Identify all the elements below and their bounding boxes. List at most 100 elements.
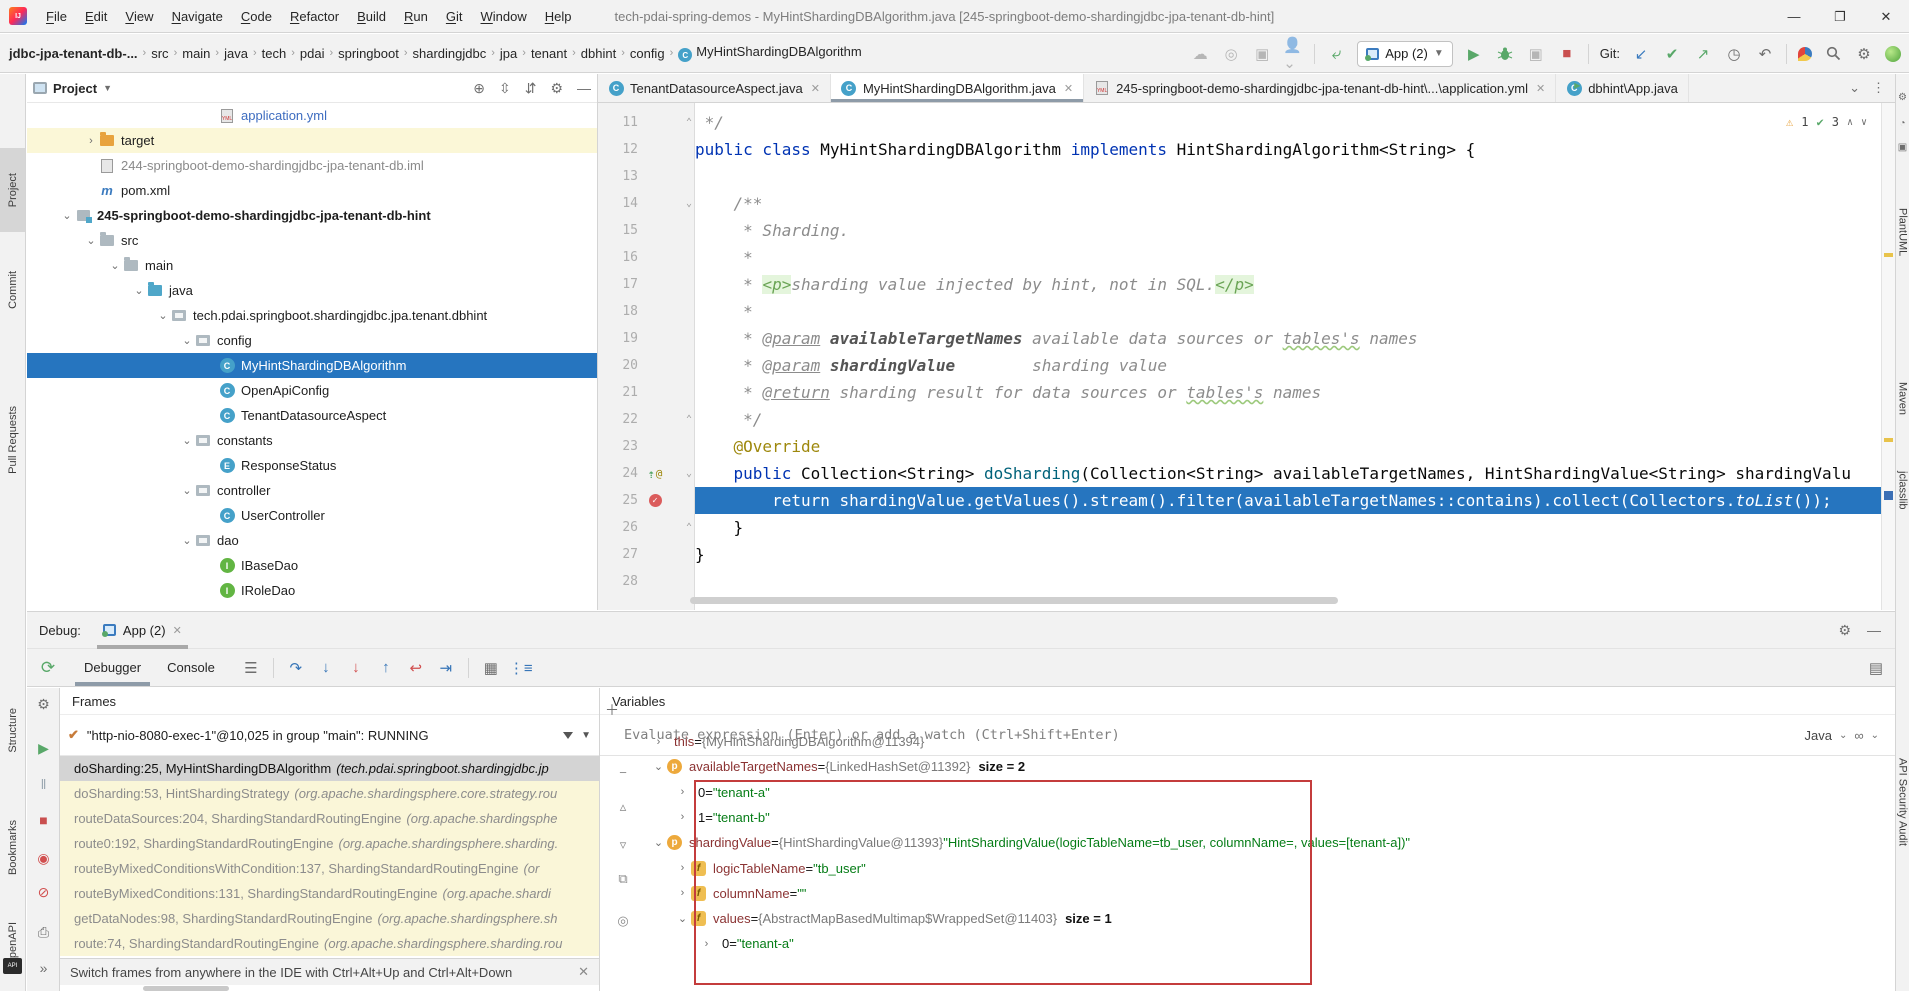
project-view-select[interactable]: Project ▼ <box>33 81 112 96</box>
chevron-collapsed-icon[interactable]: › <box>674 887 691 899</box>
code-line[interactable]: * Sharding. <box>695 217 1881 244</box>
git-push-icon[interactable]: ↗ <box>1693 44 1713 64</box>
fold-close-icon[interactable]: ⌃ <box>686 414 692 425</box>
move-up-icon[interactable]: ▵ <box>600 799 646 815</box>
tab-console[interactable]: Console <box>154 649 228 686</box>
editor-tab[interactable]: CTenantDatasourceAspect.java✕ <box>598 74 831 102</box>
notifications-icon[interactable]: ◔ <box>1896 118 1909 129</box>
frames-hscrollbar-thumb[interactable] <box>143 986 229 991</box>
menu-help[interactable]: Help <box>536 0 581 33</box>
frame-row[interactable]: routeByMixedConditions:131, ShardingStan… <box>60 881 599 906</box>
breadcrumb-item[interactable]: dbhint <box>578 44 619 63</box>
tree-item[interactable]: ⌄constants <box>27 428 597 453</box>
drop-frame-icon[interactable]: ↩ <box>403 656 429 680</box>
more-options-icon[interactable]: ⋮ <box>1872 80 1885 96</box>
breadcrumb-item[interactable]: tech <box>259 44 290 63</box>
git-commit-icon[interactable]: ✔ <box>1662 44 1682 64</box>
tree-item[interactable]: CTenantDatasourceAspect <box>27 403 597 428</box>
menu-view[interactable]: View <box>116 0 162 33</box>
force-step-into-icon[interactable]: ↓ <box>343 656 369 680</box>
tool-stripe-project[interactable]: Project <box>0 148 25 232</box>
chevron-expanded-icon[interactable]: ⌄ <box>650 836 667 849</box>
code-line[interactable]: * <p>sharding value injected by hint, no… <box>695 271 1881 298</box>
profiler-flame-icon[interactable] <box>1798 47 1812 61</box>
code-line[interactable]: } <box>695 514 1881 541</box>
chevron-expanded-icon[interactable]: ⌄ <box>179 334 195 347</box>
step-into-icon[interactable]: ↓ <box>313 656 339 680</box>
tool-stripe-jclasslib[interactable]: jclasslib <box>1896 446 1909 534</box>
tool-stripe-api-security-audit[interactable]: API Security Audit <box>1896 724 1909 881</box>
debug-button[interactable] <box>1495 44 1515 64</box>
close-button[interactable]: ✕ <box>1863 0 1909 33</box>
tree-item[interactable]: CUserController <box>27 503 597 528</box>
code-line[interactable] <box>695 163 1881 190</box>
code-line[interactable]: public Collection<String> doSharding(Col… <box>695 460 1881 487</box>
tree-item[interactable]: ⌄tech.pdai.springboot.shardingjdbc.jpa.t… <box>27 303 597 328</box>
mute-breakpoints-icon[interactable]: ⊘ <box>27 884 60 901</box>
variable-row[interactable]: ›0 = "tenant-a" <box>646 780 1895 805</box>
menu-build[interactable]: Build <box>348 0 395 33</box>
breadcrumb-item[interactable]: CMyHintShardingDBAlgorithm <box>675 42 864 65</box>
duplicate-icon[interactable]: ⧉ <box>600 871 646 887</box>
variable-row[interactable]: ›fcolumnName = "" <box>646 881 1895 906</box>
menu-git[interactable]: Git <box>437 0 472 33</box>
panel-settings-gear-icon[interactable]: ⚙ <box>550 80 563 97</box>
stop-button[interactable]: ■ <box>1557 44 1577 64</box>
tree-item[interactable]: ⌄dao <box>27 528 597 553</box>
navigate-back-icon[interactable]: ⤶ <box>1326 44 1346 64</box>
editor-scrollbar[interactable] <box>1881 103 1895 610</box>
breadcrumb-item[interactable]: java <box>221 44 251 63</box>
tree-item[interactable]: ⌄245-springboot-demo-shardingjdbc-jpa-te… <box>27 203 597 228</box>
breadcrumb-item[interactable]: shardingjdbc <box>410 44 490 63</box>
frame-row[interactable]: route:74, ShardingStandardRoutingEngine(… <box>60 931 599 956</box>
breadcrumb-item[interactable]: src <box>148 44 171 63</box>
search-structurally-icon[interactable]: ◎ <box>1221 44 1241 64</box>
frame-row[interactable]: routeByMixedConditionsWithCondition:137,… <box>60 856 599 881</box>
expand-all-icon[interactable]: ⇳ <box>499 80 511 97</box>
tree-item[interactable]: ⌄main <box>27 253 597 278</box>
chevron-down-icon[interactable]: ⌄ <box>1849 80 1860 96</box>
code-line[interactable]: * <box>695 298 1881 325</box>
cloud-sync-icon[interactable]: ☁ <box>1190 44 1210 64</box>
history-icon[interactable]: ◷ <box>1724 44 1744 64</box>
tree-item[interactable]: IIBaseDao <box>27 553 597 578</box>
show-watches-icon[interactable]: ◎ <box>600 913 646 929</box>
close-icon[interactable]: ✕ <box>1064 82 1073 95</box>
step-over-icon[interactable]: ↷ <box>283 656 309 680</box>
run-config-select[interactable]: App (2) ▼ <box>1357 41 1453 67</box>
git-update-icon[interactable]: ↙ <box>1631 44 1651 64</box>
chevron-collapsed-icon[interactable]: › <box>674 862 691 874</box>
tree-item[interactable]: ⌄controller <box>27 478 597 503</box>
editor-tab[interactable]: C▶dbhint\App.java <box>1556 74 1689 102</box>
remove-watch-icon[interactable]: − <box>600 765 646 780</box>
filter-funnel-icon[interactable] <box>563 732 573 739</box>
close-icon[interactable]: ✕ <box>173 624 182 637</box>
close-icon[interactable]: ✕ <box>1536 82 1545 95</box>
frame-row[interactable]: doSharding:53, HintShardingStrategy(org.… <box>60 781 599 806</box>
breadcrumb-item[interactable]: jdbc-jpa-tenant-db-... <box>6 44 141 63</box>
menu-code[interactable]: Code <box>232 0 281 33</box>
chevron-collapsed-icon[interactable]: › <box>674 811 691 823</box>
menu-refactor[interactable]: Refactor <box>281 0 348 33</box>
chevron-collapsed-icon[interactable]: › <box>674 786 691 798</box>
variable-row[interactable]: ⌄fvalues = {AbstractMapBasedMultimap$Wra… <box>646 906 1895 931</box>
debugger-settings-wrench-icon[interactable]: ⚙ <box>27 696 60 713</box>
code-line[interactable]: } <box>695 541 1881 568</box>
shield-icon[interactable]: ▣ <box>1252 44 1272 64</box>
overriding-method-icon[interactable]: ⇡ <box>648 467 655 481</box>
hide-panel-icon[interactable]: — <box>1867 622 1881 639</box>
collapse-all-icon[interactable]: ⇵ <box>525 80 537 97</box>
step-out-icon[interactable]: ↑ <box>373 656 399 680</box>
editor-tab[interactable]: CMyHintShardingDBAlgorithm.java✕ <box>831 74 1084 102</box>
chevron-collapsed-icon[interactable]: › <box>83 135 99 147</box>
debug-session-tab[interactable]: App (2) ✕ <box>95 612 190 649</box>
hide-panel-icon[interactable]: — <box>577 80 591 96</box>
code-editor[interactable]: 11⌃121314⌄1516171819202122⌃2324⇡@⌄25✓26⌃… <box>598 103 1895 610</box>
variable-row[interactable]: ⌄pavailableTargetNames = {LinkedHashSet@… <box>646 754 1895 779</box>
chevron-expanded-icon[interactable]: ⌄ <box>650 760 667 773</box>
tool-stripe-maven[interactable]: Maven <box>1896 370 1909 428</box>
thread-selector[interactable]: ✔ "http-nio-8080-exec-1"@10,025 in group… <box>60 715 599 756</box>
breadcrumb-item[interactable]: springboot <box>335 44 402 63</box>
more-icon[interactable]: » <box>27 960 60 976</box>
openapi-spec-icon[interactable]: API <box>3 958 22 974</box>
